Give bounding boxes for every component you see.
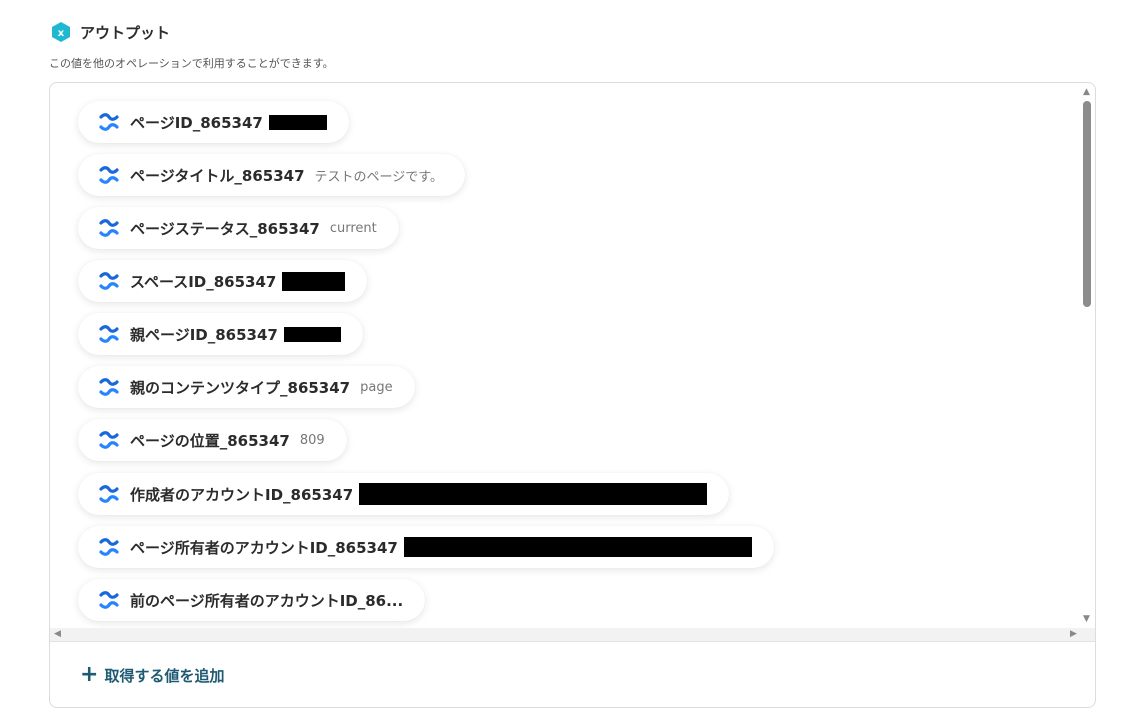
- output-title: アウトプット: [80, 23, 171, 42]
- redacted-value: [282, 271, 346, 291]
- confluence-icon: [99, 591, 119, 609]
- output-item-label: 親のコンテンツタイプ_865347: [130, 378, 351, 397]
- redacted-value: [283, 326, 341, 342]
- output-item-label: ページステータス_865347: [130, 219, 320, 238]
- redacted-value: [268, 114, 327, 130]
- output-item-label: ページの位置_865347: [130, 431, 290, 450]
- confluence-icon: [99, 113, 119, 131]
- output-item[interactable]: 親ページID_865347: [78, 313, 363, 355]
- output-item[interactable]: 前のページ所有者のアカウントID_86...: [78, 579, 426, 621]
- confluence-icon: [99, 272, 119, 290]
- confluence-icon: [99, 431, 119, 449]
- output-item-label: ページID_865347: [130, 113, 263, 132]
- output-item-value: 809: [299, 432, 325, 448]
- output-item-label: スペースID_865347: [130, 272, 277, 291]
- output-subtitle: この値を他のオペレーションで利用することができます。: [49, 57, 334, 70]
- output-item[interactable]: スペースID_865347: [78, 260, 368, 302]
- output-item-label: 親ページID_865347: [130, 325, 278, 344]
- svg-text:x: x: [58, 28, 65, 39]
- scroll-up-arrow-icon[interactable]: ▲: [1083, 88, 1090, 97]
- output-item-label: ページタイトル_865347: [130, 166, 305, 185]
- confluence-icon: [99, 538, 119, 556]
- vertical-scroll-thumb[interactable]: [1083, 101, 1091, 307]
- output-item-label: 作成者のアカウントID_865347: [130, 485, 354, 504]
- output-item[interactable]: ページID_865347: [78, 101, 349, 143]
- confluence-icon: [99, 378, 119, 396]
- confluence-icon: [99, 166, 119, 184]
- redacted-value: [359, 483, 708, 505]
- add-value-label: 取得する値を追加: [104, 666, 225, 685]
- scroll-right-arrow-icon[interactable]: ▶: [1070, 630, 1077, 639]
- redacted-value: [403, 537, 752, 557]
- yoom-x-hexagon-icon: x: [52, 22, 70, 42]
- confluence-icon: [99, 325, 119, 343]
- confluence-icon: [99, 485, 119, 503]
- output-item[interactable]: ページの位置_865347 809: [78, 419, 347, 461]
- output-item[interactable]: ページタイトル_865347 テストのページです。: [78, 154, 465, 196]
- output-item[interactable]: ページステータス_865347 current: [78, 207, 399, 249]
- output-item-value: page: [360, 379, 393, 395]
- plus-icon: +: [80, 662, 99, 687]
- output-list[interactable]: ページID_865347 ページタイトル_865347 テストのページです。 ペ…: [50, 83, 1095, 641]
- vertical-scrollbar[interactable]: ▲ ▼: [1080, 83, 1094, 628]
- scroll-down-arrow-icon[interactable]: ▼: [1083, 615, 1090, 624]
- output-header: x アウトプット: [50, 20, 170, 44]
- output-item-label: ページ所有者のアカウントID_865347: [130, 538, 398, 557]
- output-item[interactable]: 親のコンテンツタイプ_865347 page: [78, 366, 415, 408]
- horizontal-scrollbar[interactable]: ◀ ▶: [50, 628, 1095, 641]
- output-item[interactable]: ページ所有者のアカウントID_865347: [78, 526, 774, 568]
- output-item[interactable]: 作成者のアカウントID_865347: [78, 473, 730, 515]
- panel-divider: [50, 641, 1095, 642]
- output-panel: ページID_865347 ページタイトル_865347 テストのページです。 ペ…: [49, 82, 1096, 708]
- add-value-button[interactable]: + 取得する値を追加: [80, 663, 224, 687]
- scroll-left-arrow-icon[interactable]: ◀: [54, 630, 61, 639]
- output-item-value: current: [329, 220, 377, 236]
- output-item-label: 前のページ所有者のアカウントID_86...: [130, 591, 404, 610]
- output-item-value: テストのページです。: [314, 169, 443, 185]
- confluence-icon: [99, 219, 119, 237]
